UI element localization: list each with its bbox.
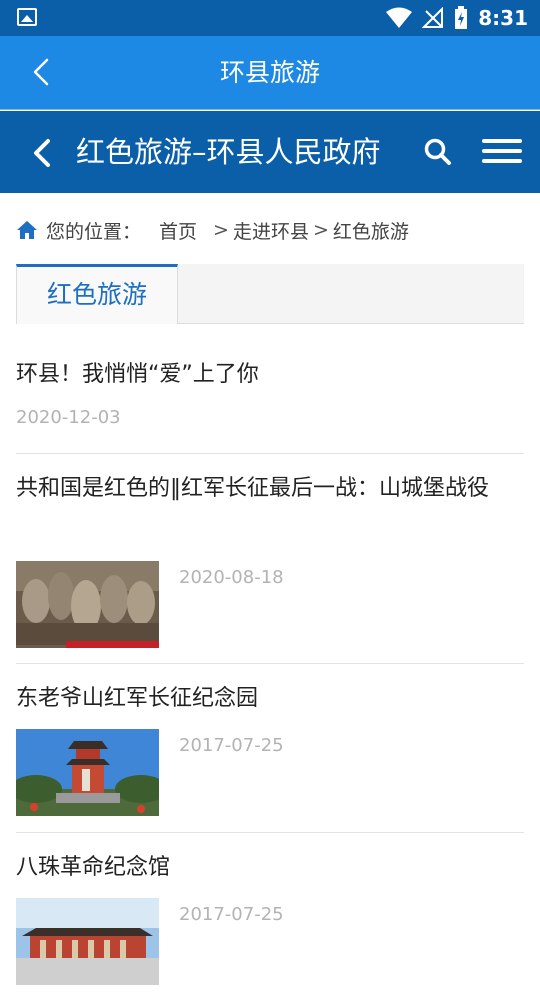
tab-red-tourism[interactable]: 红色旅游 — [16, 264, 178, 324]
battery-charging-icon — [455, 6, 468, 29]
site-title: 红色旅游–环县人民政府 — [76, 135, 381, 169]
article-title[interactable]: 东老爷山红军长征纪念园 — [16, 678, 258, 720]
list-item[interactable]: 东老爷山红军长征纪念园 2017-07-25 — [16, 664, 524, 833]
breadcrumb-separator: > — [312, 219, 329, 241]
article-date: 2020-12-03 — [16, 407, 121, 428]
no-signal-icon — [422, 7, 444, 28]
clock: 8:31 — [478, 6, 528, 30]
article-date: 2020-08-18 — [179, 567, 284, 588]
status-bar: 8:31 — [0, 0, 540, 36]
breadcrumb-prefix: 您的位置： — [46, 220, 142, 243]
list-item[interactable]: 共和国是红色的‖红军长征最后一战：山城堡战役 2020-08-18 — [16, 454, 524, 664]
tab-bar: 红色旅游 — [16, 264, 524, 324]
menu-icon[interactable] — [482, 139, 522, 169]
breadcrumb-current[interactable]: 红色旅游 — [333, 217, 409, 244]
breadcrumb-home-link[interactable]: 首页 — [159, 217, 197, 244]
wifi-icon — [386, 7, 413, 28]
breadcrumb: 您的位置： 首页 > 走进环县 > 红色旅游 — [16, 212, 409, 248]
app-title: 环县旅游 — [219, 58, 320, 87]
app-bar: 环县旅游 — [0, 36, 540, 110]
site-header: 红色旅游–环县人民政府 — [0, 111, 540, 193]
home-icon — [17, 221, 37, 239]
article-thumbnail[interactable] — [16, 729, 159, 816]
article-thumbnail[interactable] — [16, 898, 159, 985]
article-date: 2017-07-25 — [179, 735, 284, 756]
image-notification-icon — [17, 8, 37, 26]
breadcrumb-separator: > — [213, 219, 229, 241]
article-title[interactable]: 共和国是红色的‖红军长征最后一战：山城堡战役 — [16, 468, 516, 510]
search-icon[interactable] — [420, 135, 456, 171]
list-item[interactable]: 八珠革命纪念馆 2017-07-25 — [16, 833, 524, 1003]
list-item[interactable]: 环县！我悄悄“爱”上了你 2020-12-03 — [16, 350, 524, 454]
status-icons: 8:31 — [386, 0, 528, 36]
article-thumbnail[interactable] — [16, 561, 159, 648]
site-back-icon[interactable] — [26, 133, 58, 173]
breadcrumb-link-zoujin[interactable]: 走进环县 — [233, 217, 309, 244]
article-title[interactable]: 环县！我悄悄“爱”上了你 — [16, 354, 259, 396]
article-title[interactable]: 八珠革命纪念馆 — [16, 847, 170, 889]
article-date: 2017-07-25 — [179, 904, 284, 925]
